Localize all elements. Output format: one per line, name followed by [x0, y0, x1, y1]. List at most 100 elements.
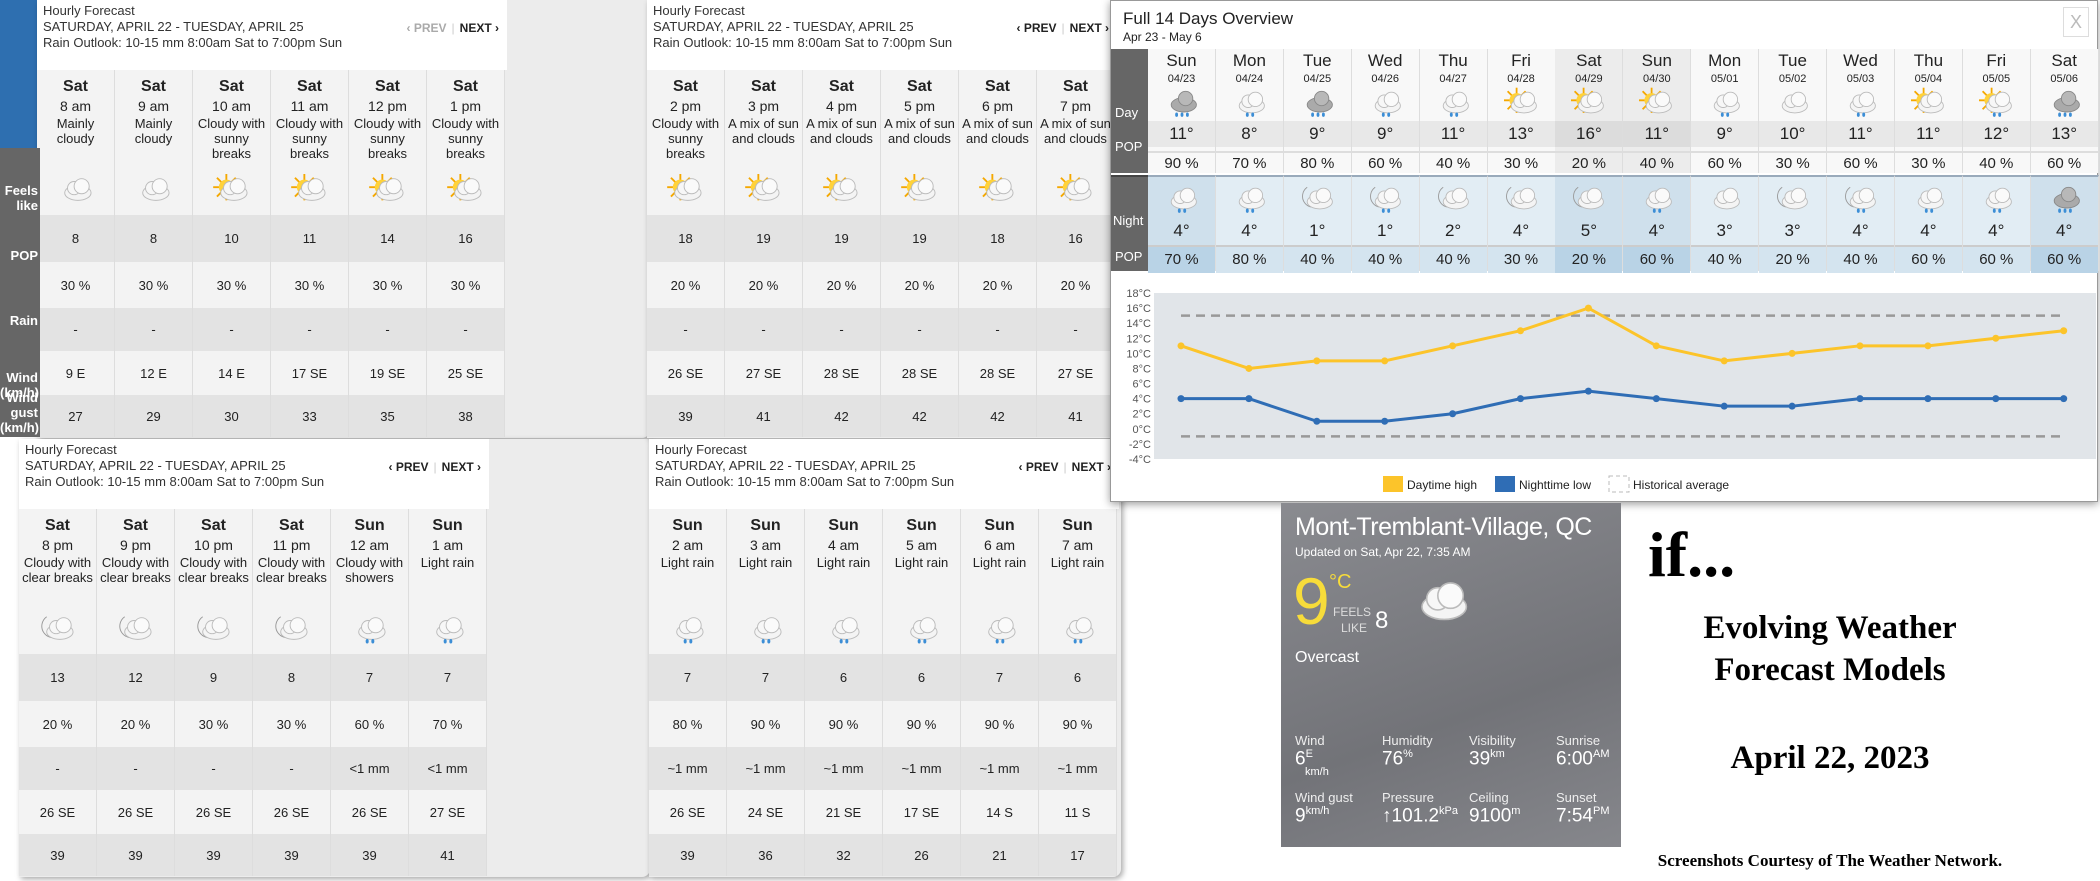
close-button[interactable]: X	[2063, 7, 2089, 37]
data-point	[1992, 334, 2000, 342]
hour-day: Sun	[828, 517, 859, 534]
hour-description: Cloudy with clear breaks	[100, 555, 171, 585]
day-date: 04/30	[1643, 73, 1671, 85]
legend-daytime-high-swatch	[1383, 476, 1403, 492]
current-temp: 9	[1293, 564, 1330, 638]
hour-pop: 20 %	[803, 262, 880, 308]
separator: |	[1061, 21, 1065, 35]
legend-historical-average-swatch	[1608, 475, 1630, 493]
heavy-rain-icon	[2047, 183, 2083, 215]
y-tick-label: 10°C	[1126, 348, 1151, 360]
label-day: Day	[1115, 105, 1139, 120]
rain-icon	[1707, 87, 1743, 119]
stat-label: Humidity	[1382, 733, 1433, 748]
data-point	[1652, 395, 1660, 403]
next-button[interactable]: NEXT ›	[460, 21, 499, 35]
hour-day: Sun	[906, 517, 937, 534]
stat-number: 9100	[1469, 805, 1512, 827]
prev-button[interactable]: ‹ PREV	[1019, 460, 1059, 474]
rain-icon	[902, 613, 942, 645]
hour-rain: -	[97, 747, 174, 790]
y-tick-label: 2°C	[1133, 409, 1152, 421]
panel-title: Hourly Forecast	[43, 3, 135, 18]
next-button[interactable]: NEXT ›	[442, 460, 481, 474]
stat-wind-gust: Wind gust 9km/h	[1295, 790, 1353, 827]
y-tick-label: 16°C	[1126, 303, 1151, 315]
stat-value: 6:00AM	[1556, 748, 1609, 770]
night-column: 5° 20 %	[1555, 175, 1624, 273]
hour-gust: 38	[427, 395, 504, 437]
moon-cloud-icon	[1571, 183, 1607, 215]
data-point	[1856, 395, 1864, 403]
label-pop: POP	[10, 248, 38, 263]
sun-cloud-icon	[212, 174, 252, 206]
sun-cloud-icon	[822, 174, 862, 206]
hour-pop: 30 %	[271, 262, 348, 308]
data-point	[2060, 327, 2068, 335]
hour-day: Sat	[907, 78, 932, 95]
cloud-icon	[1409, 575, 1473, 629]
day-pop: 30 %	[1759, 151, 1827, 172]
label-feels-like: Feels like	[4, 183, 38, 213]
hour-pop: 80 %	[649, 701, 726, 747]
rain-icon	[746, 613, 786, 645]
stat-value: 9km/h	[1295, 805, 1353, 827]
sun-cloud-icon	[446, 174, 486, 206]
data-point	[1720, 357, 1728, 365]
rain-icon	[1368, 87, 1404, 119]
hour-column: Sat8 amMainly cloudy9°830 %-9 E27	[37, 70, 115, 437]
current-conditions-card: Mont-Tremblant-Village, QC Updated on Sa…	[1281, 503, 1621, 847]
moon-cloud-icon	[1300, 183, 1336, 215]
rain-outlook: Rain Outlook: 10-15 mm 8:00am Sat to 7:0…	[655, 474, 955, 489]
day-name: Wed	[1367, 51, 1403, 70]
day-high: 13°	[1487, 121, 1555, 147]
stat-label: Ceiling	[1469, 790, 1509, 805]
hour-time: 6 am	[983, 537, 1016, 553]
hour-description: Cloudy with sunny breaks	[275, 116, 344, 161]
hour-column: Sun4 amLight rain9°690 %~1 mm21 SE32	[805, 509, 883, 876]
stat-label: Wind gust	[1295, 790, 1353, 805]
label-wind-gust: Wind gust (km/h)	[0, 390, 39, 435]
hour-column: Sat8 pmCloudy with clear breaks15°1320 %…	[19, 509, 97, 876]
next-button[interactable]: NEXT ›	[1072, 460, 1111, 474]
pagination: ‹ PREV | NEXT ›	[1019, 459, 1111, 475]
hour-feels: 13	[19, 654, 96, 701]
hour-wind: 28 SE	[959, 351, 1036, 395]
feels-like-value: 8	[1375, 607, 1389, 634]
day-name: Sun	[1641, 51, 1672, 70]
stat-visibility: Visibility 39km	[1469, 733, 1516, 770]
stat-label: Visibility	[1469, 733, 1516, 748]
hour-pop: 20 %	[959, 262, 1036, 308]
rain-icon	[824, 613, 864, 645]
hour-time: 3 pm	[747, 98, 780, 114]
hour-rain: -	[37, 308, 114, 351]
hour-time: 5 pm	[903, 98, 936, 114]
hour-gust: 39	[97, 834, 174, 876]
day-pop: 90 %	[1148, 151, 1215, 172]
night-pop: 80 %	[1215, 245, 1283, 273]
hour-feels: 7	[331, 654, 408, 701]
hour-pop: 30 %	[37, 262, 114, 308]
stat-humidity: Humidity 76%	[1382, 733, 1433, 770]
hour-wind: 21 SE	[805, 790, 882, 834]
data-point	[1924, 395, 1932, 403]
hour-gust: 29	[115, 395, 192, 437]
hour-day: Sun	[432, 517, 463, 534]
night-label-column: Night POP	[1111, 175, 1148, 271]
prev-button[interactable]: ‹ PREV	[1017, 21, 1057, 35]
data-point	[1313, 357, 1321, 365]
day-column: Mon 05/01 9° 60 %	[1691, 49, 1760, 173]
day-date: 04/23	[1167, 73, 1196, 85]
hour-day: Sat	[141, 78, 166, 95]
hour-time: 11 pm	[272, 537, 311, 553]
prev-button[interactable]: ‹ PREV	[407, 21, 447, 35]
sun-cloud-icon	[1639, 87, 1675, 119]
hour-description: Mainly cloudy	[56, 116, 95, 146]
prev-button[interactable]: ‹ PREV	[389, 460, 429, 474]
next-button[interactable]: NEXT ›	[1070, 21, 1109, 35]
night-low: 3°	[1784, 221, 1801, 240]
cloud-icon	[1775, 87, 1811, 119]
hour-gust: 39	[647, 395, 724, 437]
hour-description: A mix of sun and clouds	[962, 116, 1033, 146]
rain-icon	[428, 613, 468, 645]
